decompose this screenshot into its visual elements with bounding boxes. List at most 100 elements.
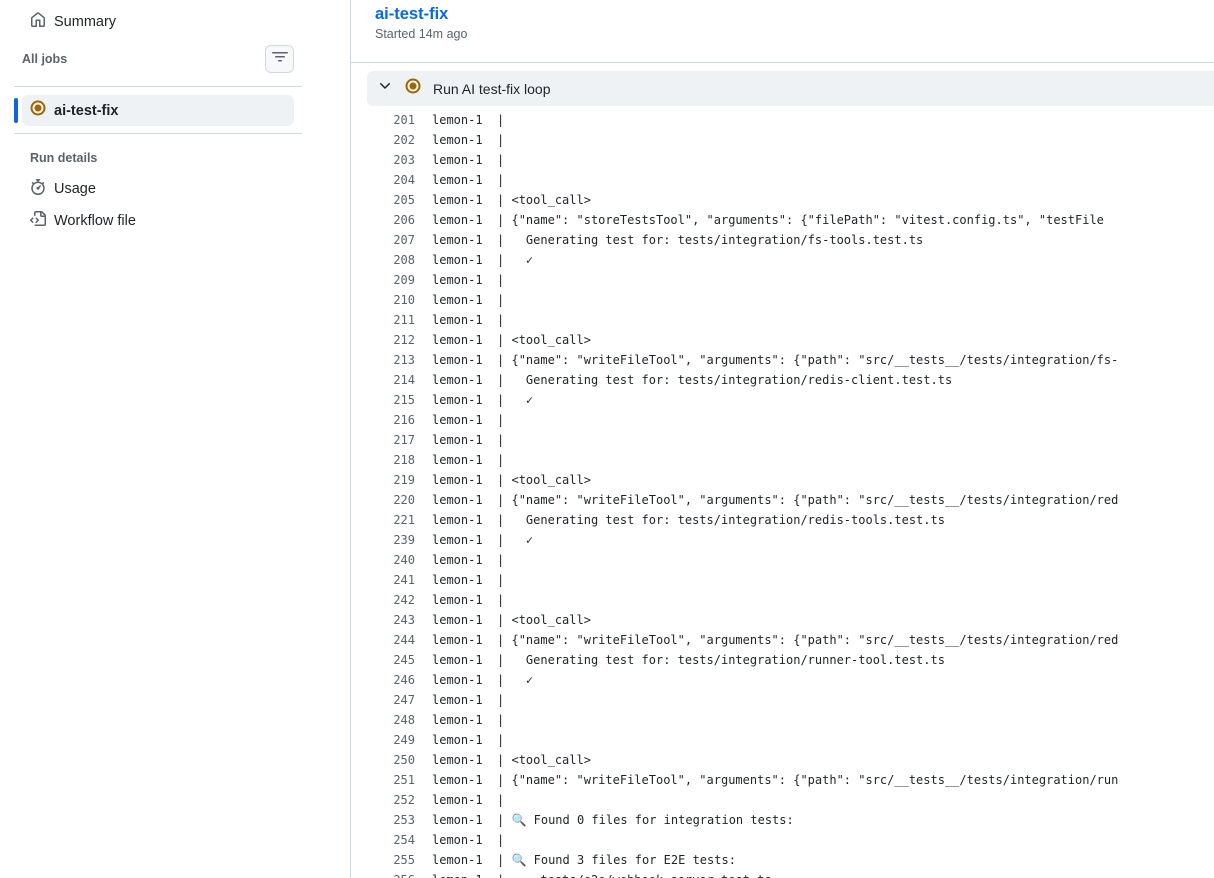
log-line-text: lemon-1 | <tool_call> — [432, 473, 591, 487]
log-line: 213 lemon-1 | {"name": "writeFileTool", "… — [367, 350, 1214, 370]
log-line: 245 lemon-1 | Generating test for: tests/… — [367, 650, 1214, 670]
log-line-number[interactable]: 249 — [367, 733, 415, 747]
log-line: 255 lemon-1 | 🔍 Found 3 files for E2E tes… — [367, 850, 1214, 870]
log-line-text: lemon-1 | — [432, 733, 505, 747]
log-line-number[interactable]: 241 — [367, 573, 415, 587]
log-line: 248 lemon-1 | — [367, 710, 1214, 730]
log-line-text: lemon-1 | {"name": "writeFileTool", "arg… — [432, 633, 1119, 647]
log-line-number[interactable]: 216 — [367, 413, 415, 427]
log-line: 251 lemon-1 | {"name": "writeFileTool", "… — [367, 770, 1214, 790]
log-line-number[interactable]: 201 — [367, 113, 415, 127]
log-line-number[interactable]: 202 — [367, 133, 415, 147]
log-line: 204 lemon-1 | — [367, 170, 1214, 190]
log-line-number[interactable]: 239 — [367, 533, 415, 547]
summary-link[interactable]: Summary — [22, 6, 124, 38]
log-line: 201 lemon-1 | — [367, 110, 1214, 130]
log-line: 242 lemon-1 | — [367, 590, 1214, 610]
log-line-number[interactable]: 210 — [367, 293, 415, 307]
log-line: 210 lemon-1 | — [367, 290, 1214, 310]
log-line-number[interactable]: 217 — [367, 433, 415, 447]
log-line-number[interactable]: 254 — [367, 833, 415, 847]
log-line-text: lemon-1 | — [432, 133, 505, 147]
log-line-number[interactable]: 207 — [367, 233, 415, 247]
step-header[interactable]: Run AI test-fix loop — [367, 71, 1214, 106]
log-line-number[interactable]: 209 — [367, 273, 415, 287]
job-title[interactable]: ai-test-fix — [375, 5, 448, 24]
log-line-number[interactable]: 251 — [367, 773, 415, 787]
log-line-number[interactable]: 220 — [367, 493, 415, 507]
log-line-number[interactable]: 240 — [367, 553, 415, 567]
log-line-number[interactable]: 218 — [367, 453, 415, 467]
log-line: 220 lemon-1 | {"name": "writeFileTool", "… — [367, 490, 1214, 510]
log-line-text: lemon-1 | — [432, 413, 505, 427]
log-line-number[interactable]: 212 — [367, 333, 415, 347]
log-line-number[interactable]: 215 — [367, 393, 415, 407]
log-line: 243 lemon-1 | <tool_call> — [367, 610, 1214, 630]
log-line-number[interactable]: 245 — [367, 653, 415, 667]
log-line: 256lemon-1 | - tests/e2e/webhook-server.… — [367, 870, 1214, 878]
log-line: 221 lemon-1 | Generating test for: tests/… — [367, 510, 1214, 530]
log-line-number[interactable]: 206 — [367, 213, 415, 227]
log-line-number[interactable]: 253 — [367, 813, 415, 827]
log-line-text: lemon-1 | 🔍 Found 0 files for integratio… — [432, 813, 794, 827]
log-line-number[interactable]: 242 — [367, 593, 415, 607]
log-line: 239 lemon-1 | ✓ — [367, 530, 1214, 550]
chevron-down-icon — [377, 78, 393, 99]
log-line-text: lemon-1 | — [432, 593, 505, 607]
log-line-text: lemon-1 | — [432, 793, 505, 807]
log-line-number[interactable]: 250 — [367, 753, 415, 767]
log-line: 244 lemon-1 | {"name": "writeFileTool", "… — [367, 630, 1214, 650]
log-line: 209 lemon-1 | — [367, 270, 1214, 290]
in-progress-status-icon — [405, 78, 421, 99]
selected-job-marker — [14, 98, 18, 123]
usage-link[interactable]: Usage — [22, 173, 104, 205]
log-line-number[interactable]: 219 — [367, 473, 415, 487]
log-line-text: lemon-1 | — [432, 453, 505, 467]
stopwatch-icon — [30, 179, 46, 199]
log-line-number[interactable]: 256 — [367, 873, 415, 878]
sidebar-divider — [14, 133, 302, 134]
job-item-ai-test-fix[interactable]: ai-test-fix — [22, 95, 294, 126]
header-divider — [351, 62, 1214, 63]
sidebar: Summary All jobs ai-test-fix Run details… — [0, 0, 351, 878]
log-line-text: lemon-1 | — [432, 833, 505, 847]
log-line-number[interactable]: 205 — [367, 193, 415, 207]
log-line: 247 lemon-1 | — [367, 690, 1214, 710]
log-line: 246 lemon-1 | ✓ — [367, 670, 1214, 690]
step-title: Run AI test-fix loop — [433, 80, 551, 97]
log-line-number[interactable]: 243 — [367, 613, 415, 627]
log-line: 207 lemon-1 | Generating test for: tests/… — [367, 230, 1214, 250]
log-line-number[interactable]: 248 — [367, 713, 415, 727]
log-line-number[interactable]: 204 — [367, 173, 415, 187]
log-line: 240 lemon-1 | — [367, 550, 1214, 570]
log-line-text: lemon-1 | — [432, 113, 505, 127]
usage-label: Usage — [54, 181, 96, 197]
log-line: 205 lemon-1 | <tool_call> — [367, 190, 1214, 210]
log-line: 211 lemon-1 | — [367, 310, 1214, 330]
log-line: 212 lemon-1 | <tool_call> — [367, 330, 1214, 350]
workflow-file-link[interactable]: Workflow file — [22, 205, 144, 237]
summary-label: Summary — [54, 14, 117, 30]
home-icon — [30, 12, 46, 32]
log-line-number[interactable]: 252 — [367, 793, 415, 807]
log-line-number[interactable]: 211 — [367, 313, 415, 327]
log-line-number[interactable]: 221 — [367, 513, 415, 527]
log-line-number[interactable]: 203 — [367, 153, 415, 167]
log-line-text: lemon-1 | Generating test for: tests/int… — [432, 513, 945, 527]
log-line: 216 lemon-1 | — [367, 410, 1214, 430]
log-line-number[interactable]: 246 — [367, 673, 415, 687]
log-line-text: lemon-1 | — [432, 573, 505, 587]
run-details-heading: Run details — [30, 151, 98, 165]
log-line-number[interactable]: 255 — [367, 853, 415, 867]
log-line-number[interactable]: 213 — [367, 353, 415, 367]
log-line-number[interactable]: 244 — [367, 633, 415, 647]
filter-jobs-button[interactable] — [265, 45, 294, 73]
log-line: 219 lemon-1 | <tool_call> — [367, 470, 1214, 490]
log-line-text: lemon-1 | ✓ — [432, 253, 534, 267]
log-line-number[interactable]: 208 — [367, 253, 415, 267]
log-line-text: lemon-1 | — [432, 173, 505, 187]
log-line-text: lemon-1 | {"name": "writeFileTool", "arg… — [432, 353, 1119, 367]
log-line-number[interactable]: 214 — [367, 373, 415, 387]
log-line-number[interactable]: 247 — [367, 693, 415, 707]
job-label: ai-test-fix — [54, 102, 119, 119]
